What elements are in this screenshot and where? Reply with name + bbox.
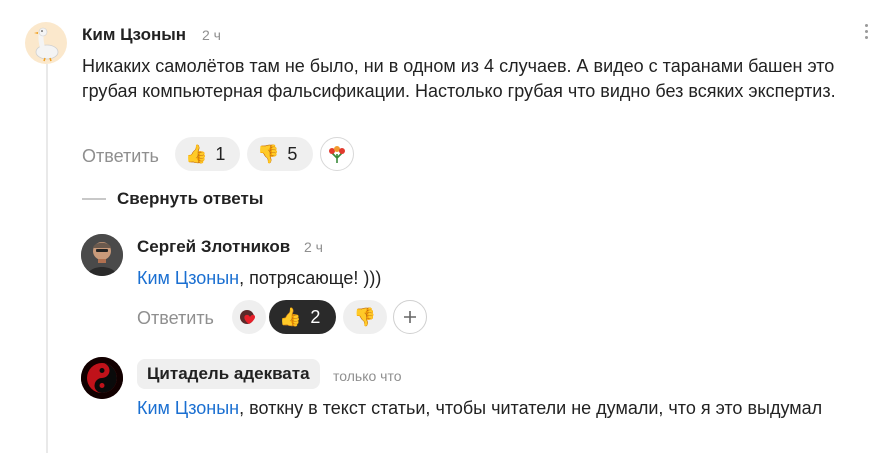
comment-author-badge[interactable]: Цитадель адеквата bbox=[137, 359, 320, 389]
thumbs-down-icon: 👎 bbox=[353, 306, 377, 327]
plus-icon bbox=[404, 311, 416, 323]
comment-time: 2 ч bbox=[304, 239, 323, 255]
comment-body: , потрясающе! ))) bbox=[239, 268, 382, 288]
collapse-line bbox=[82, 198, 106, 200]
thumbs-down-icon: 👎 bbox=[257, 143, 280, 164]
dislike-count: 5 bbox=[287, 143, 298, 164]
user-photo-avatar[interactable] bbox=[81, 234, 123, 276]
thumbs-up-icon: 👍 bbox=[185, 143, 208, 164]
comment-text: Никаких самолётов там не было, ни в одно… bbox=[82, 56, 836, 101]
thread-line bbox=[46, 64, 48, 453]
comment-body: , воткну в текст статьи, чтобы читатели … bbox=[239, 398, 823, 418]
like-button[interactable]: 👍 1 bbox=[175, 137, 240, 171]
like-button-active[interactable]: 👍 2 bbox=[269, 300, 336, 334]
kebab-menu-icon[interactable] bbox=[862, 24, 870, 44]
reply-button[interactable]: Ответить bbox=[137, 308, 214, 329]
dislike-button[interactable]: 👎 5 bbox=[247, 137, 313, 171]
mention-link[interactable]: Ким Цзонын bbox=[137, 398, 239, 418]
comment-author[interactable]: Ким Цзонын bbox=[82, 25, 186, 45]
comment-text: Ким Цзонын, потрясающе! ))) bbox=[137, 266, 877, 291]
comment-author[interactable]: Сергей Злотников bbox=[137, 237, 290, 257]
heart-reaction-icon[interactable] bbox=[232, 300, 266, 334]
like-count: 1 bbox=[215, 143, 226, 164]
comment-time: только что bbox=[333, 368, 402, 384]
collapse-replies-button[interactable]: Свернуть ответы bbox=[117, 189, 263, 209]
comment-text: Ким Цзонын, воткну в текст статьи, чтобы… bbox=[137, 396, 837, 421]
thumbs-up-icon: 👍 bbox=[279, 306, 302, 327]
comment-time: 2 ч bbox=[202, 27, 221, 43]
reply-button[interactable]: Ответить bbox=[82, 146, 159, 167]
like-count: 2 bbox=[310, 306, 321, 327]
flowers-reaction-icon[interactable] bbox=[320, 137, 354, 171]
mention-link[interactable]: Ким Цзонын bbox=[137, 268, 239, 288]
add-reaction-button[interactable] bbox=[393, 300, 427, 334]
dislike-button[interactable]: 👎 bbox=[343, 300, 387, 334]
yin-yang-avatar[interactable] bbox=[81, 357, 123, 399]
goose-avatar[interactable] bbox=[25, 22, 67, 64]
